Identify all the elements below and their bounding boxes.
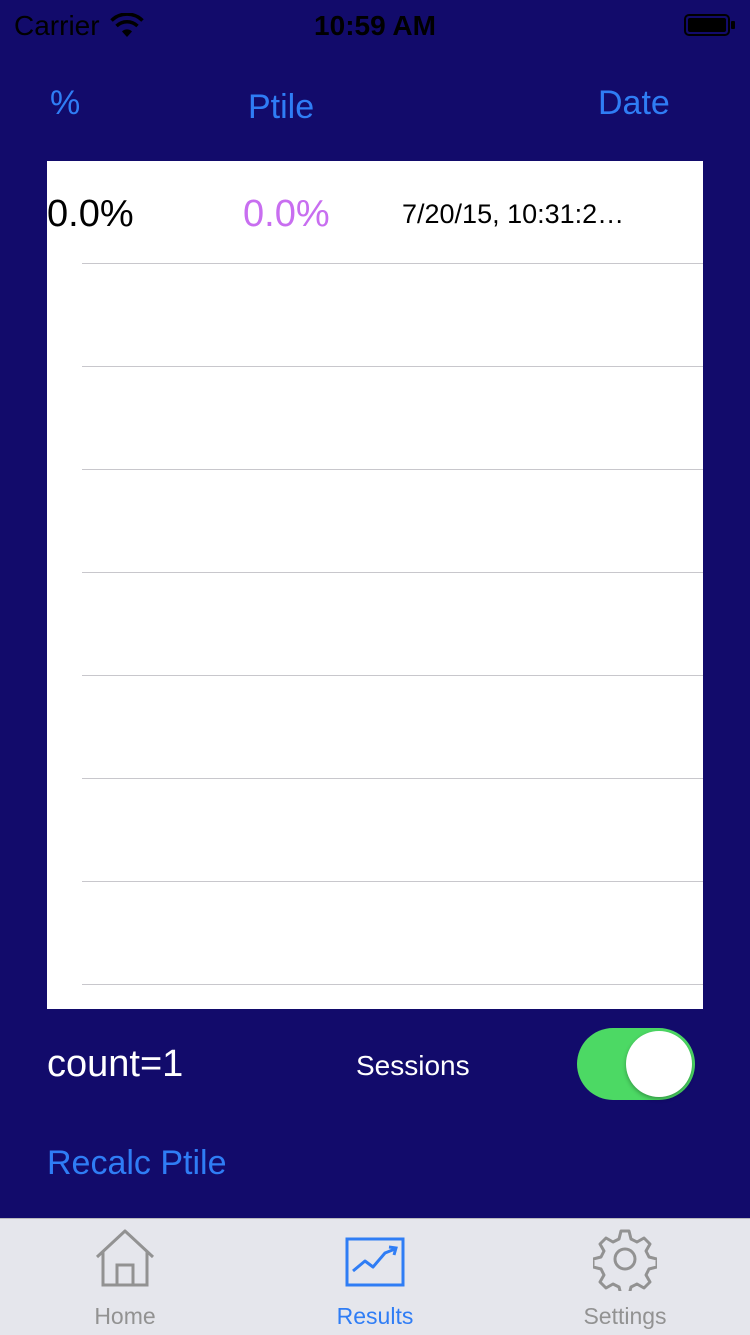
tab-bar: Home Results Settings <box>0 1218 750 1335</box>
sort-date-button[interactable]: Date <box>598 84 670 123</box>
tab-home-label: Home <box>94 1303 156 1329</box>
table-row-empty <box>47 882 703 985</box>
sessions-toggle[interactable] <box>577 1028 695 1100</box>
row-ptile: 0.0% <box>243 193 330 235</box>
tab-results[interactable]: Results <box>250 1219 500 1335</box>
table-row-empty <box>47 470 703 573</box>
row-date: 7/20/15, 10:31:2… <box>402 199 625 229</box>
tab-settings-label: Settings <box>583 1303 667 1329</box>
gear-icon <box>593 1229 657 1291</box>
table-row-empty <box>47 676 703 779</box>
row-percent: 0.0% <box>47 193 134 235</box>
table-row-empty <box>47 264 703 367</box>
status-bar: Carrier 10:59 AM <box>0 0 750 50</box>
results-table[interactable]: 0.0% 0.0% 7/20/15, 10:31:2… <box>47 161 703 1009</box>
sort-percent-button[interactable]: % <box>50 84 80 123</box>
home-icon <box>95 1229 155 1287</box>
sort-ptile-button[interactable]: Ptile <box>248 88 314 127</box>
tab-settings[interactable]: Settings <box>500 1219 750 1335</box>
count-label: count=1 <box>47 1043 184 1085</box>
sessions-label: Sessions <box>356 1050 470 1081</box>
row-separator <box>82 984 703 985</box>
toggle-knob <box>626 1031 692 1097</box>
status-time: 10:59 AM <box>314 10 436 41</box>
battery-icon <box>684 14 735 36</box>
tab-home[interactable]: Home <box>0 1219 250 1335</box>
recalc-ptile-button[interactable]: Recalc Ptile <box>47 1144 227 1183</box>
table-row-empty <box>47 367 703 470</box>
table-row-empty <box>47 573 703 676</box>
table-row[interactable]: 0.0% 0.0% 7/20/15, 10:31:2… <box>47 161 703 264</box>
tab-results-label: Results <box>336 1303 414 1329</box>
table-row-empty <box>47 779 703 882</box>
chart-trend-icon <box>345 1237 405 1287</box>
